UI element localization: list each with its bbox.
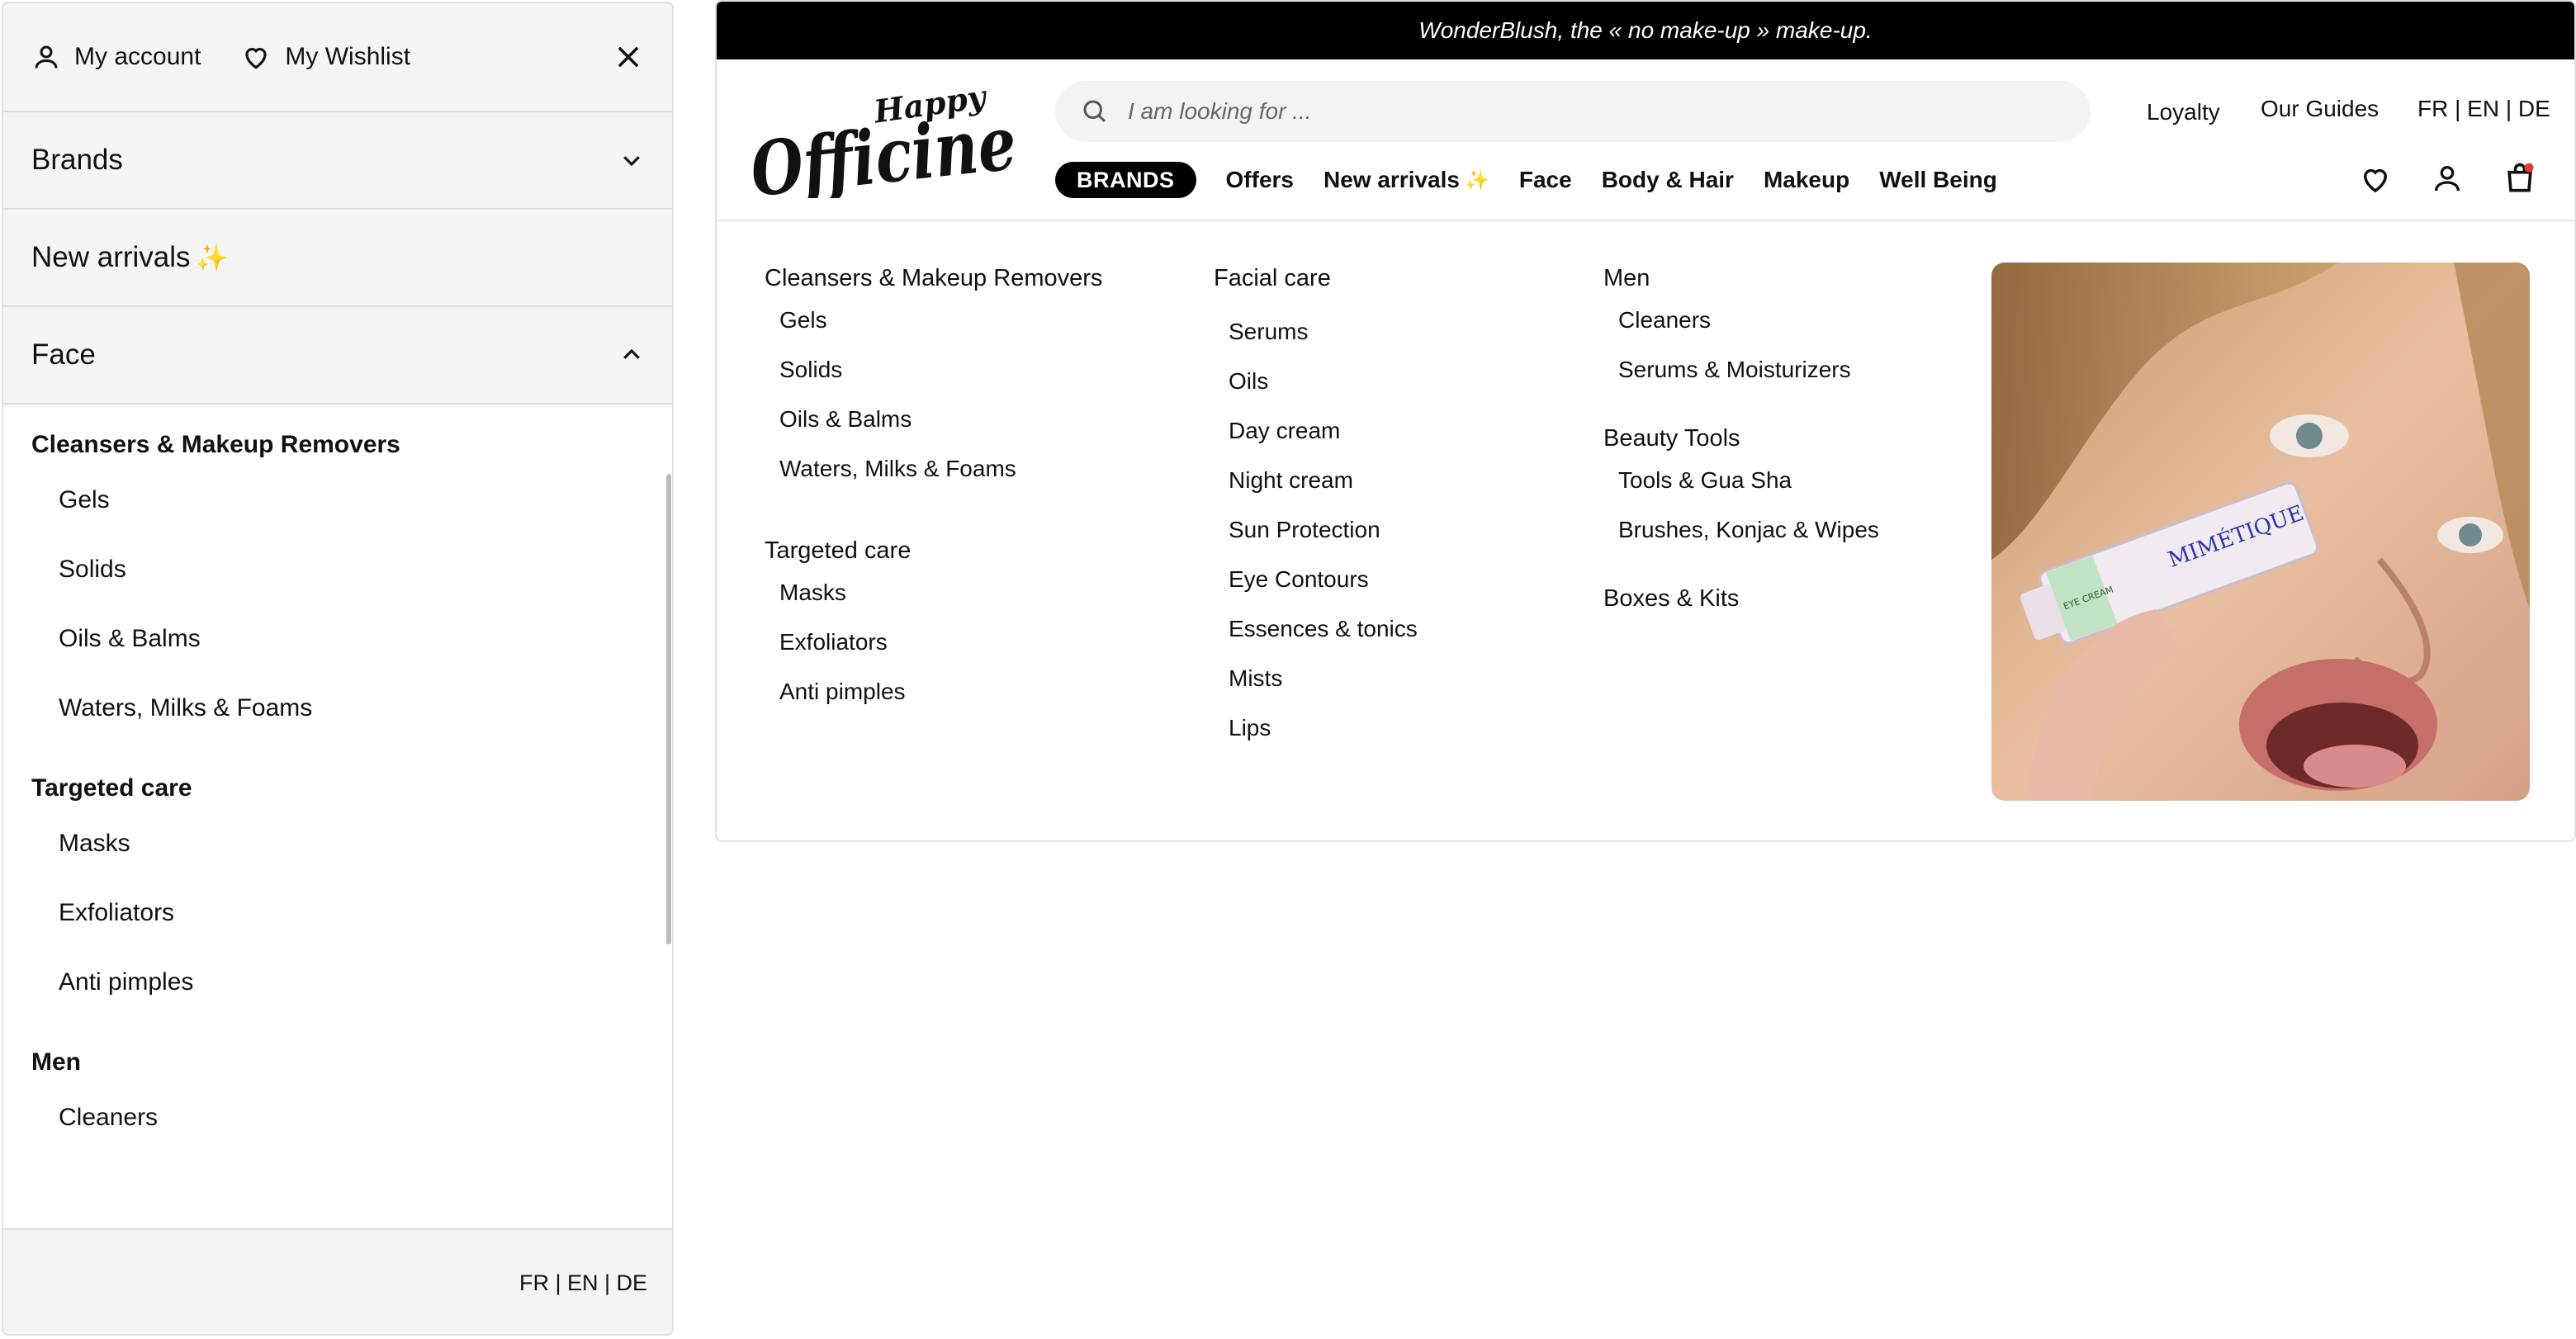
- mega-col-3: Men Cleaners Serums & Moisturizers Beaut…: [1603, 261, 1879, 616]
- main-nav: BRANDS Offers New arrivals ✨ Face Body &…: [1055, 162, 2027, 198]
- user-icon: [35, 45, 58, 69]
- list-item[interactable]: Gels: [31, 466, 672, 535]
- scrollbar[interactable]: [666, 474, 671, 944]
- mega-col-1: Cleansers & Makeup Removers Gels Solids …: [765, 261, 1102, 717]
- list-item[interactable]: Solids: [31, 535, 672, 604]
- my-account-label: My account: [74, 43, 201, 70]
- nav-new-arrivals-label: New arrivals: [1323, 167, 1460, 192]
- promo-product-image[interactable]: MIMÉTIQUE EYE CREAM: [1991, 263, 2530, 801]
- category-item[interactable]: Oils & Balms: [765, 395, 1102, 444]
- category-item[interactable]: Tools & Gua Sha: [1603, 456, 1879, 505]
- group-title[interactable]: Men: [31, 1042, 672, 1083]
- chevron-down-icon: [623, 156, 640, 167]
- search-icon: [1083, 100, 1106, 123]
- account-user-icon[interactable]: [2431, 162, 2464, 195]
- drawer-row-label: New arrivals: [31, 241, 191, 273]
- sparkle-icon: ✨: [1464, 168, 1489, 192]
- list-item[interactable]: Anti pimples: [31, 948, 672, 1017]
- eye-iris: [2296, 423, 2323, 449]
- mega-menu-face: Cleansers & Makeup Removers Gels Solids …: [717, 221, 2574, 840]
- category-item[interactable]: Masks: [765, 568, 1102, 617]
- drawer-row-label: Brands: [31, 144, 123, 176]
- category-title[interactable]: Targeted care: [765, 533, 1102, 568]
- logo-main-text: Officine: [750, 99, 1020, 198]
- nav-face[interactable]: Face: [1519, 167, 1572, 193]
- category-title[interactable]: Facial care: [1214, 261, 1418, 296]
- category-item[interactable]: Lips: [1214, 703, 1418, 753]
- drawer-row-face[interactable]: Face: [3, 307, 672, 405]
- language-switcher[interactable]: FR | EN | DE: [2417, 96, 2550, 122]
- heart-icon: [245, 48, 268, 69]
- mobile-menu-drawer: My account My Wishlist Brands New arriva…: [2, 2, 674, 1336]
- drawer-row-label: Face: [31, 338, 96, 371]
- my-wishlist-link[interactable]: My Wishlist: [240, 41, 410, 73]
- promo-text[interactable]: WonderBlush, the « no make-up » make-up.: [1418, 17, 1872, 44]
- desktop-page: WonderBlush, the « no make-up » make-up.…: [715, 0, 2576, 842]
- tongue-shape: [2304, 745, 2406, 788]
- search-bar[interactable]: [1055, 81, 2091, 142]
- site-header: Happy Officine Loyalty Our Guides FR | E…: [717, 59, 2574, 221]
- category-item[interactable]: Day cream: [1214, 406, 1418, 456]
- drawer-face-submenu: Cleansers & Makeup Removers Gels Solids …: [3, 408, 672, 1228]
- category-title[interactable]: Beauty Tools: [1603, 421, 1879, 456]
- category-item[interactable]: Sun Protection: [1214, 505, 1418, 555]
- category-item[interactable]: Essences & tonics: [1214, 604, 1418, 654]
- category-item[interactable]: Eye Contours: [1214, 555, 1418, 604]
- list-item[interactable]: Masks: [31, 809, 672, 878]
- category-item[interactable]: Mists: [1214, 654, 1418, 703]
- group-title[interactable]: Targeted care: [31, 768, 672, 809]
- nav-makeup[interactable]: Makeup: [1764, 167, 1849, 193]
- category-title[interactable]: Boxes & Kits: [1603, 581, 1879, 616]
- category-item[interactable]: Brushes, Konjac & Wipes: [1603, 505, 1879, 555]
- drawer-row-new-arrivals[interactable]: New arrivals ✨: [3, 210, 672, 307]
- category-item[interactable]: Oils: [1214, 357, 1418, 406]
- close-icon[interactable]: [613, 41, 644, 73]
- drawer-group-men: Men Cleaners: [3, 1042, 672, 1152]
- category-item[interactable]: Solids: [765, 345, 1102, 395]
- category-item[interactable]: Anti pimples: [765, 667, 1102, 717]
- nav-new-arrivals[interactable]: New arrivals ✨: [1324, 167, 1489, 193]
- our-guides-link[interactable]: Our Guides: [2261, 96, 2379, 122]
- list-item[interactable]: Oils & Balms: [31, 604, 672, 674]
- my-wishlist-label: My Wishlist: [285, 43, 411, 70]
- drawer-row-brands[interactable]: Brands: [3, 112, 672, 210]
- nav-offers[interactable]: Offers: [1226, 167, 1294, 193]
- category-item[interactable]: Gels: [765, 296, 1102, 345]
- drawer-top-bar: My account My Wishlist: [3, 3, 672, 112]
- eye-iris: [2459, 523, 2482, 546]
- category-item[interactable]: Exfoliators: [765, 617, 1102, 667]
- category-item[interactable]: Waters, Milks & Foams: [765, 444, 1102, 494]
- drawer-group-targeted-care: Targeted care Masks Exfoliators Anti pim…: [3, 768, 672, 1017]
- cart-badge: [2524, 163, 2534, 173]
- chevron-up-icon: [623, 348, 640, 359]
- group-title[interactable]: Cleansers & Makeup Removers: [31, 424, 672, 466]
- happy-officine-logo[interactable]: Happy Officine: [750, 83, 1022, 198]
- drawer-group-cleansers: Cleansers & Makeup Removers Gels Solids …: [3, 424, 672, 743]
- mega-col-2: Facial care Serums Oils Day cream Night …: [1214, 261, 1418, 753]
- category-item[interactable]: Serums & Moisturizers: [1603, 345, 1879, 395]
- list-item[interactable]: Waters, Milks & Foams: [31, 674, 672, 743]
- drawer-language-bar: FR | EN | DE: [3, 1228, 672, 1334]
- category-item[interactable]: Night cream: [1214, 456, 1418, 505]
- wishlist-heart-icon[interactable]: [2358, 162, 2393, 196]
- loyalty-link[interactable]: Loyalty: [2147, 99, 2220, 125]
- nav-body-hair[interactable]: Body & Hair: [1602, 167, 1734, 193]
- cart-bag-icon[interactable]: [2502, 160, 2538, 196]
- list-item[interactable]: Exfoliators: [31, 878, 672, 948]
- category-item[interactable]: Serums: [1214, 307, 1418, 357]
- language-switcher[interactable]: FR | EN | DE: [519, 1270, 647, 1296]
- search-input[interactable]: [1128, 98, 2036, 125]
- promo-banner: WonderBlush, the « no make-up » make-up.: [717, 2, 2574, 59]
- category-item[interactable]: Cleaners: [1603, 296, 1879, 345]
- nav-brands-button[interactable]: BRANDS: [1055, 162, 1196, 198]
- category-title[interactable]: Cleansers & Makeup Removers: [765, 261, 1102, 296]
- list-item[interactable]: Cleaners: [31, 1083, 672, 1152]
- my-account-link[interactable]: My account: [31, 42, 201, 72]
- nav-well-being[interactable]: Well Being: [1879, 167, 1997, 193]
- category-title[interactable]: Men: [1603, 261, 1879, 296]
- sparkle-icon: ✨: [195, 243, 229, 272]
